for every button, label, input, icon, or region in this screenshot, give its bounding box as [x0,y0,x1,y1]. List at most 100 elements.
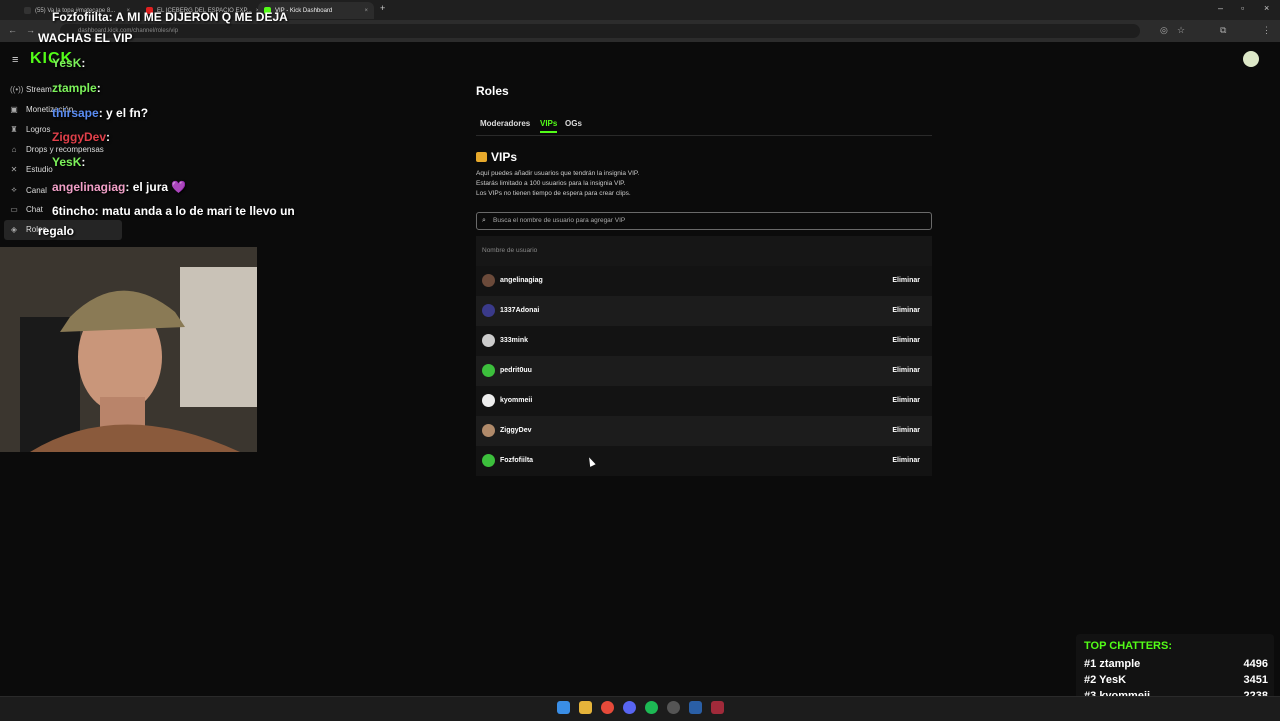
username[interactable]: angelinagiag [500,266,543,296]
top-chatter-row: #2 YesK 3451 [1084,674,1268,686]
remove-vip-button[interactable]: Eliminar [892,356,920,386]
chat-message: angelinagiag: el jura 💜 [52,180,186,194]
obs-icon[interactable] [667,701,680,714]
chat-text: regalo [38,224,75,238]
remove-vip-button[interactable]: Eliminar [892,296,920,326]
extensions-icon[interactable]: ⧉ [1220,25,1226,36]
chat-separator: : [94,204,103,218]
avatar [482,274,495,287]
studio-icon: ✕ [10,165,18,174]
close-icon[interactable]: × [364,8,368,14]
url-field[interactable]: dashboard.kick.com/channel/roles/vip [60,24,1140,38]
broadcast-icon: ((•)) [10,85,24,94]
money-icon: ▣ [10,105,18,114]
chat-message: WACHAS EL VIP [38,31,132,45]
hamburger-menu-icon[interactable]: ≡ [12,54,18,66]
table-row: kyommeii Eliminar [476,386,932,416]
username[interactable]: ZiggyDev [500,416,532,446]
app-icon[interactable] [711,701,724,714]
eye-off-icon[interactable]: ◎ [1160,25,1168,36]
back-icon[interactable]: ← [8,25,17,35]
table-row: Fozfofiilta Eliminar [476,446,932,476]
chat-icon: ▭ [10,205,18,214]
avatar [482,394,495,407]
roles-panel: Roles Moderadores VIPs OGs VIPs Aquí pue… [476,84,932,476]
vip-table: Nombre de usuario angelinagiag Eliminar 13… [476,236,932,476]
minimize-icon[interactable]: – [1218,3,1223,13]
tab-vips[interactable]: VIPs [540,119,558,133]
tab-moderators[interactable]: Moderadores [480,119,530,128]
menu-dots-icon[interactable]: ⋮ [1262,25,1271,36]
description-line: Los VIPs no tienen tiempo de espera para… [476,190,631,197]
sidebar-item-channel[interactable]: ⟡ Canal [10,185,47,195]
chat-separator: : [81,155,86,169]
chat-text: y el fn? [106,106,149,120]
file-explorer-icon[interactable] [579,701,592,714]
steam-icon[interactable] [689,701,702,714]
chat-separator: : [108,10,116,24]
tab-ogs[interactable]: OGs [565,119,582,128]
avatar [482,304,495,317]
trophy-icon: ♜ [10,125,18,134]
chat-message: thirsape: y el fn? [52,106,148,120]
remove-vip-button[interactable]: Eliminar [892,416,920,446]
chrome-icon[interactable] [601,701,614,714]
chat-username: Fozfofiilta [52,10,109,24]
table-row: 1337Adonai Eliminar [476,296,932,326]
crown-icon [476,152,487,162]
username[interactable]: 1337Adonai [500,296,539,326]
remove-vip-button[interactable]: Eliminar [892,326,920,356]
avatar [482,454,495,467]
chat-message: YesK: [52,56,85,70]
chat-username: angelinagiag [52,180,126,194]
avatar [482,334,495,347]
chat-username: ztample [52,81,97,95]
sidebar-item-achievements[interactable]: ♜ Logros [10,125,50,134]
chat-separator: : [106,130,111,144]
discord-icon[interactable] [623,701,636,714]
streamer-webcam-image [0,247,257,452]
chat-message: YesK: [52,155,85,169]
description-line: Aquí puedes añadir usuarios que tendrán … [476,170,640,177]
top-chatters-title: TOP CHATTERS: [1084,640,1173,652]
roles-icon: ◈ [10,225,18,234]
vip-search-input[interactable]: ⌕ Busca el nombre de usuario para agrega… [476,212,932,230]
section-header: VIPs [476,150,517,164]
roles-tabs: Moderadores VIPs OGs [476,119,932,136]
chat-message: Fozfofiilta: A MI ME DIJERON Q ME DEJA [52,10,288,24]
window-close-icon[interactable]: × [1264,3,1269,13]
chat-message: 6tincho: matu anda a lo de mari te llevo… [52,204,295,218]
avatar [482,424,495,437]
profile-avatar[interactable] [1243,51,1259,67]
chat-message: ztample: [52,81,101,95]
remove-vip-button[interactable]: Eliminar [892,386,920,416]
username[interactable]: 333mink [500,326,528,356]
username[interactable]: kyommeii [500,386,532,416]
windows-taskbar [0,696,1280,721]
windows-start-icon[interactable] [557,701,570,714]
sidebar-item-stream[interactable]: ((•)) Stream [10,85,52,94]
maximize-icon[interactable]: ▫ [1241,3,1244,13]
channel-icon: ⟡ [11,185,17,194]
username[interactable]: pedrit0uu [500,356,532,386]
sidebar-item-drops[interactable]: ⌂ Drops y recompensas [10,145,104,154]
table-row: pedrit0uu Eliminar [476,356,932,386]
chat-username: thirsape [52,106,99,120]
remove-vip-button[interactable]: Eliminar [892,446,920,476]
chat-message: ZiggyDev: [52,130,110,144]
username[interactable]: Fozfofiilta [500,446,533,476]
chat-username: 6tincho [52,204,95,218]
sidebar-item-studio[interactable]: ✕ Estudio [10,165,53,174]
chat-username: ZiggyDev [52,130,107,144]
sidebar-item-chat[interactable]: ▭ Chat [10,205,43,214]
chat-separator: : [81,56,86,70]
column-header: Nombre de usuario [476,236,932,266]
spotify-icon[interactable] [645,701,658,714]
new-tab-icon[interactable]: + [380,3,385,13]
table-row: angelinagiag Eliminar [476,266,932,296]
remove-vip-button[interactable]: Eliminar [892,266,920,296]
bookmark-star-icon[interactable]: ☆ [1177,25,1185,36]
chat-username: YesK [52,155,82,169]
forward-icon[interactable]: → [26,25,35,35]
page-title: Roles [476,84,509,98]
